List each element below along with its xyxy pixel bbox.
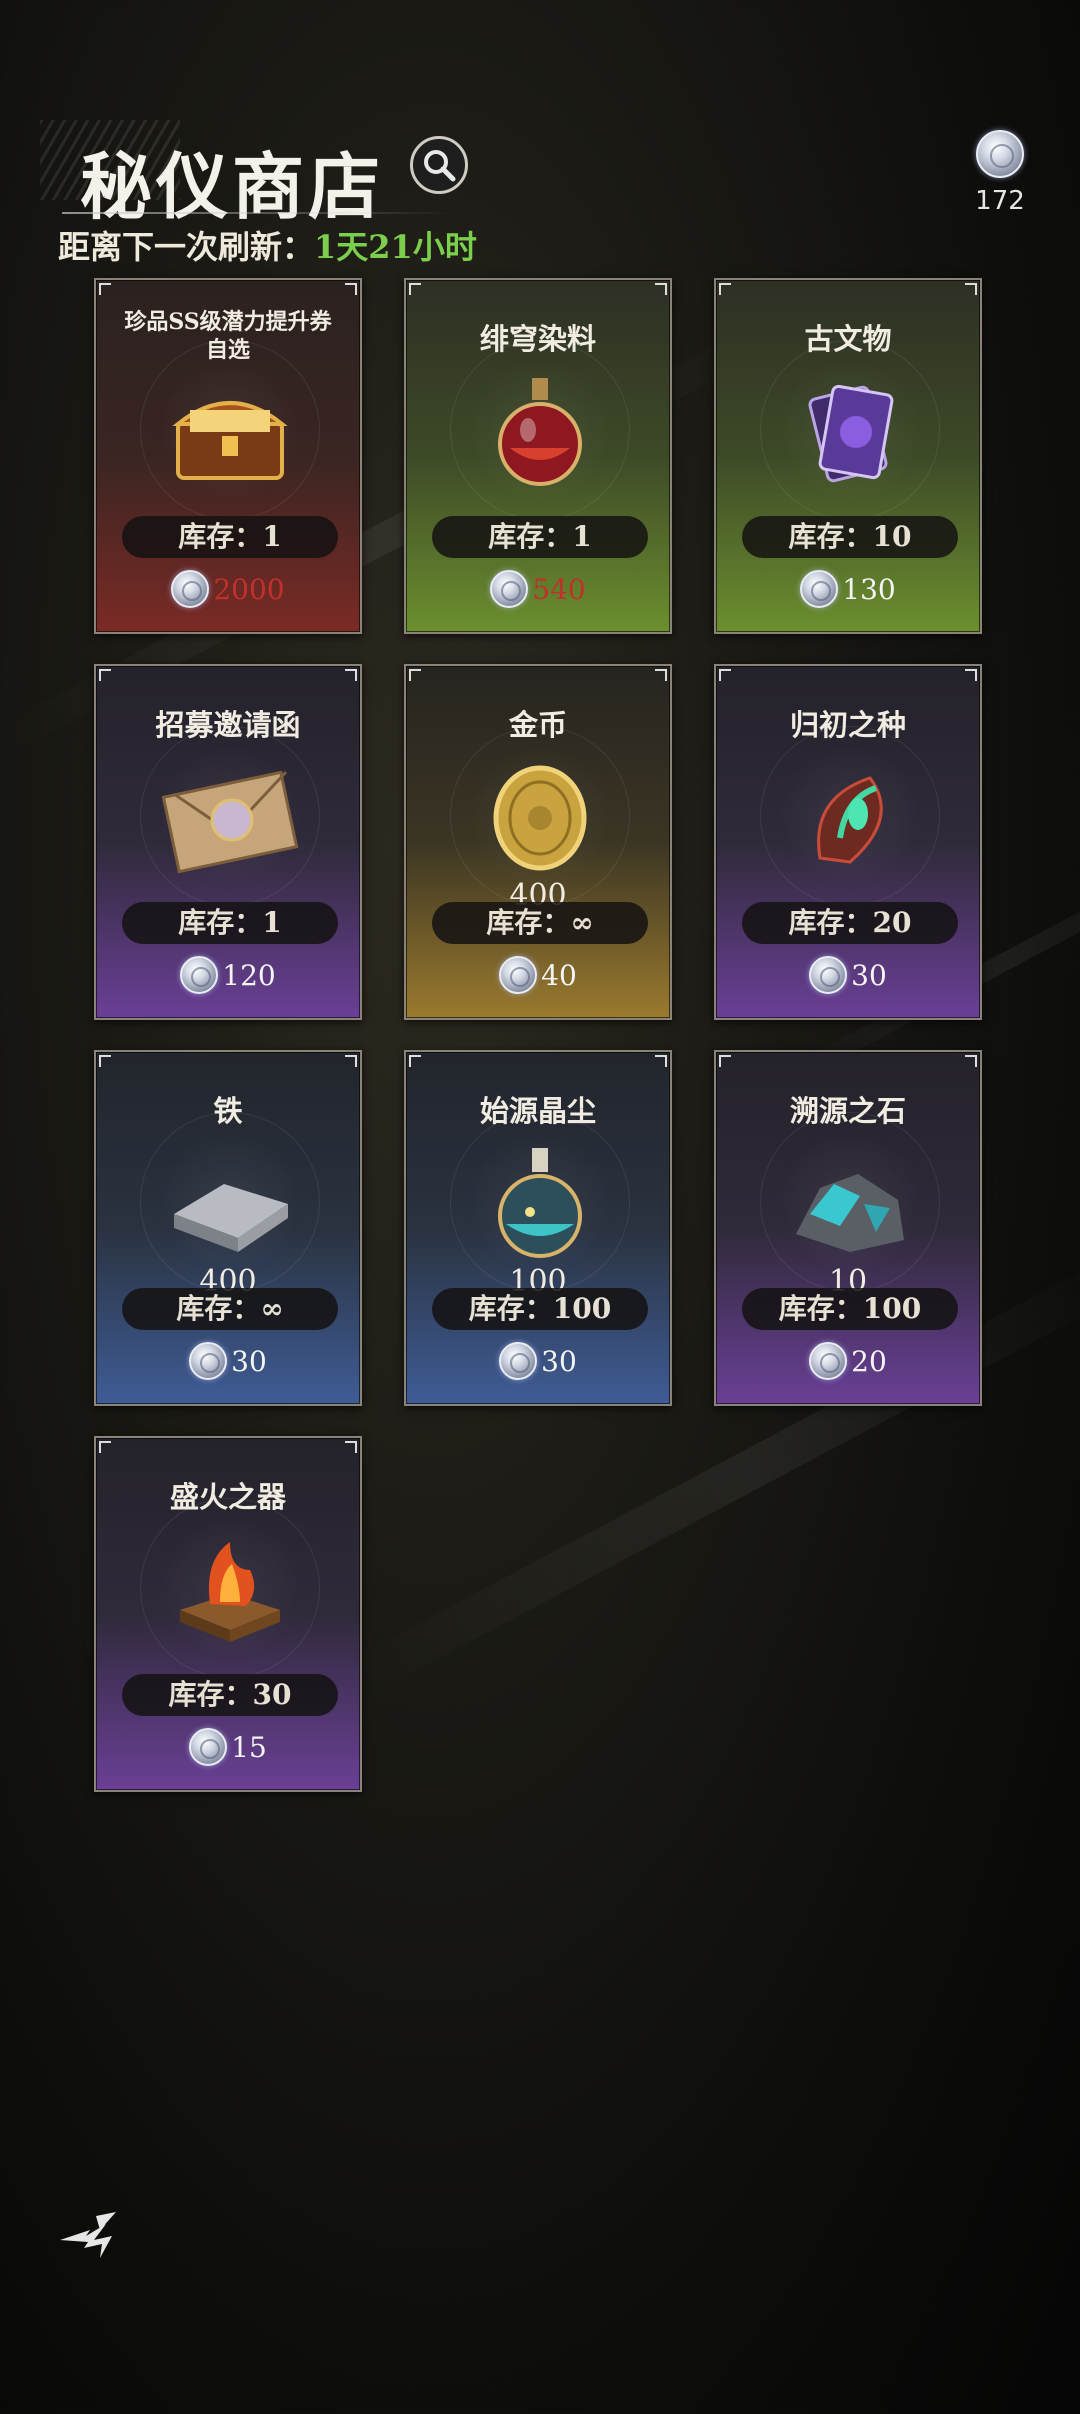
silver-coin-icon (809, 1342, 848, 1380)
shop-item-card[interactable]: 盛火之器库存：30 15 (94, 1436, 362, 1792)
shop-item-card[interactable]: 铁 400 库存：∞ 30 (94, 1050, 362, 1406)
item-price: 30 (406, 1342, 670, 1380)
item-name: 招募邀请函 (155, 708, 301, 742)
item-stock: 库存：10 (742, 516, 958, 558)
envelope-icon (160, 758, 300, 878)
shop-item-card[interactable]: 绯穹染料库存：1 540 (404, 278, 672, 634)
silver-coin-icon (976, 130, 1024, 178)
item-name: 归初之种 (789, 708, 906, 742)
back-button[interactable] (56, 2210, 136, 2270)
item-name: 铁 (213, 1094, 243, 1128)
silver-coin-icon (189, 1342, 228, 1380)
item-price-value: 15 (231, 1730, 267, 1764)
shop-item-card[interactable]: 古文物库存：10 130 (714, 278, 982, 634)
refresh-timer: 距离下一次刷新：1天21小时 (58, 222, 477, 268)
silver-coin-icon (809, 956, 848, 994)
search-button[interactable] (410, 136, 468, 194)
silver-coin-icon (499, 1342, 538, 1380)
item-name: 金币 (508, 708, 567, 742)
item-stock: 库存：100 (742, 1288, 958, 1330)
silver-coin-icon (189, 1728, 228, 1766)
fire-vessel-icon (160, 1530, 300, 1650)
item-price-value: 20 (851, 1344, 887, 1378)
refresh-time: 1天21小时 (314, 228, 477, 266)
item-name: 盛火之器 (169, 1480, 286, 1514)
page-title: 秘仪商店 (80, 144, 385, 229)
refresh-label: 距离下一次刷新： (58, 228, 315, 266)
item-price-value: 40 (541, 958, 577, 992)
item-stock: 库存：∞ (432, 902, 648, 944)
silver-coin-icon (180, 956, 219, 994)
item-price-value: 30 (231, 1344, 267, 1378)
item-price-value: 120 (222, 958, 276, 992)
item-stock: 库存：100 (432, 1288, 648, 1330)
item-stock: 库存：20 (742, 902, 958, 944)
item-stock: 库存：1 (432, 516, 648, 558)
item-price: 30 (96, 1342, 360, 1380)
treasure-chest-icon (160, 372, 300, 492)
item-price: 40 (406, 956, 670, 994)
item-stock: 库存：1 (122, 902, 338, 944)
shop-item-card[interactable]: 金币 400 库存：∞ 40 (404, 664, 672, 1020)
crystal-dust-flask-icon (470, 1144, 610, 1264)
item-price-value: 130 (842, 572, 896, 606)
item-name: 始源晶尘 (479, 1094, 596, 1128)
item-stock: 库存：1 (122, 516, 338, 558)
item-price: 120 (96, 956, 360, 994)
item-price: 20 (716, 1342, 980, 1380)
silver-coin-icon (490, 570, 529, 608)
silver-coin-icon (800, 570, 839, 608)
item-stock: 库存：∞ (122, 1288, 338, 1330)
gold-coin-icon (470, 758, 610, 878)
item-price: 30 (716, 956, 980, 994)
currency-amount: 172 (975, 186, 1025, 216)
silver-coin-icon (171, 570, 210, 608)
search-icon (424, 150, 456, 182)
shop-item-card[interactable]: 始源晶尘 100 库存：100 30 (404, 1050, 672, 1406)
seed-icon (780, 758, 920, 878)
item-price-value: 540 (532, 572, 586, 606)
item-price: 2000 (96, 570, 360, 608)
item-stock: 库存：30 (122, 1674, 338, 1716)
item-price-value: 30 (541, 1344, 577, 1378)
artifact-cards-icon (780, 372, 920, 492)
item-price: 130 (716, 570, 980, 608)
shop-item-card[interactable]: 招募邀请函库存：1 120 (94, 664, 362, 1020)
item-name: 溯源之石 (789, 1094, 906, 1128)
iron-ingot-icon (160, 1144, 300, 1264)
silver-coin-icon (499, 956, 538, 994)
shop-item-card[interactable]: 溯源之石 10 库存：100 20 (714, 1050, 982, 1406)
item-price: 540 (406, 570, 670, 608)
item-price-value: 2000 (213, 572, 285, 606)
item-price-value: 30 (851, 958, 887, 992)
item-name: 珍品SS级潜力提升券自选 (124, 309, 332, 363)
title-divider (62, 212, 452, 214)
shop-item-card[interactable]: 珍品SS级潜力提升券自选库存：1 2000 (94, 278, 362, 634)
currency-display[interactable]: 172 (964, 130, 1036, 216)
ore-stone-icon (780, 1144, 920, 1264)
item-price: 15 (96, 1728, 360, 1766)
shop-header: 秘仪商店 距离下一次刷新：1天21小时 172 (0, 0, 1080, 270)
potion-flask-icon (470, 372, 610, 492)
item-name: 绯穹染料 (479, 322, 596, 356)
back-arrow-icon (60, 2212, 116, 2258)
shop-item-card[interactable]: 归初之种库存：20 30 (714, 664, 982, 1020)
item-name: 古文物 (804, 322, 892, 356)
